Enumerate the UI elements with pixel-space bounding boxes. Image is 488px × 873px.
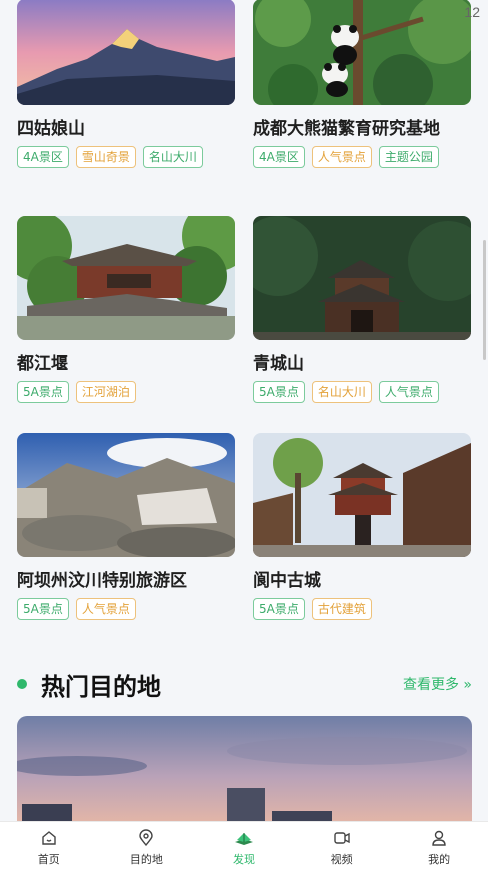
attraction-card[interactable]: 四姑娘山 4A景区 雪山奇景 名山大川 [17, 0, 235, 216]
tag: 主题公园 [378, 146, 439, 168]
tab-home[interactable]: 首页 [9, 828, 89, 867]
tab-label: 视频 [330, 853, 353, 866]
tab-label: 我的 [428, 853, 451, 866]
attraction-name: 阿坝州汶川特别旅游区 [17, 571, 187, 591]
section-header: 热门目的地 查看更多 » [17, 664, 472, 704]
attraction-name: 阆中古城 [253, 571, 321, 591]
page-indicator: 12 [464, 4, 480, 20]
bottom-tab-bar: 首页 目的地 发现 视频 我的 [0, 821, 488, 873]
tag-list: 4A景区 雪山奇景 名山大川 [17, 146, 235, 168]
tab-label: 发现 [232, 853, 255, 866]
attraction-name: 成都大熊猫繁育研究基地 [253, 119, 440, 139]
tag: 名山大川 [311, 381, 372, 403]
tag: 人气景点 [75, 598, 136, 620]
open-book-icon [234, 833, 253, 845]
home-icon [42, 831, 56, 845]
tab-label: 目的地 [129, 853, 163, 866]
attraction-image [253, 216, 471, 340]
tag: 人气景点 [378, 381, 439, 403]
attraction-image [253, 433, 471, 557]
tag: 4A景区 [253, 146, 305, 168]
tab-profile[interactable]: 我的 [399, 828, 479, 867]
tag: 5A景点 [253, 381, 305, 403]
attraction-name: 青城山 [253, 354, 304, 374]
tab-discover[interactable]: 发现 [204, 828, 284, 867]
destination-hero-image[interactable] [17, 716, 472, 826]
attraction-name: 四姑娘山 [17, 119, 85, 139]
section-title-group: 热门目的地 [17, 667, 161, 702]
view-more-link[interactable]: 查看更多 » [403, 674, 472, 694]
attraction-image [17, 433, 235, 557]
scrollbar[interactable] [483, 240, 486, 360]
tab-destinations[interactable]: 目的地 [106, 828, 186, 867]
video-icon [333, 832, 350, 844]
attraction-grid: 四姑娘山 4A景区 雪山奇景 名山大川 成都大熊猫繁育研究基地 4A景区 人气景… [17, 0, 472, 650]
attraction-name: 都江堰 [17, 354, 68, 374]
tag: 名山大川 [142, 146, 203, 168]
tag: 雪山奇景 [75, 146, 136, 168]
tag-list: 5A景点 名山大川 人气景点 [253, 381, 471, 403]
user-icon [432, 830, 446, 846]
tab-video[interactable]: 视频 [302, 828, 382, 867]
tag-list: 5A景点 古代建筑 [253, 598, 471, 620]
tag: 5A景点 [17, 381, 69, 403]
attraction-image [253, 0, 471, 105]
tag-list: 5A景点 江河湖泊 [17, 381, 235, 403]
location-pin-icon [139, 829, 154, 847]
attraction-card[interactable]: 都江堰 5A景点 江河湖泊 [17, 216, 235, 433]
tag-list: 4A景区 人气景点 主题公园 [253, 146, 471, 168]
attraction-card[interactable]: 阆中古城 5A景点 古代建筑 [253, 433, 471, 650]
tag: 5A景点 [17, 598, 69, 620]
attraction-card[interactable]: 青城山 5A景点 名山大川 人气景点 [253, 216, 471, 433]
attraction-image [17, 0, 235, 105]
section-title: 热门目的地 [41, 672, 161, 701]
tag: 古代建筑 [311, 598, 372, 620]
tag: 江河湖泊 [75, 381, 136, 403]
tab-label: 首页 [37, 853, 60, 866]
attraction-card[interactable]: 阿坝州汶川特别旅游区 5A景点 人气景点 [17, 433, 235, 650]
attraction-card[interactable]: 成都大熊猫繁育研究基地 4A景区 人气景点 主题公园 [253, 0, 471, 216]
section-dot-icon [17, 679, 27, 689]
tag-list: 5A景点 人气景点 [17, 598, 235, 620]
tag: 人气景点 [311, 146, 372, 168]
tag: 4A景区 [17, 146, 69, 168]
tag: 5A景点 [253, 598, 305, 620]
attraction-image [17, 216, 235, 340]
